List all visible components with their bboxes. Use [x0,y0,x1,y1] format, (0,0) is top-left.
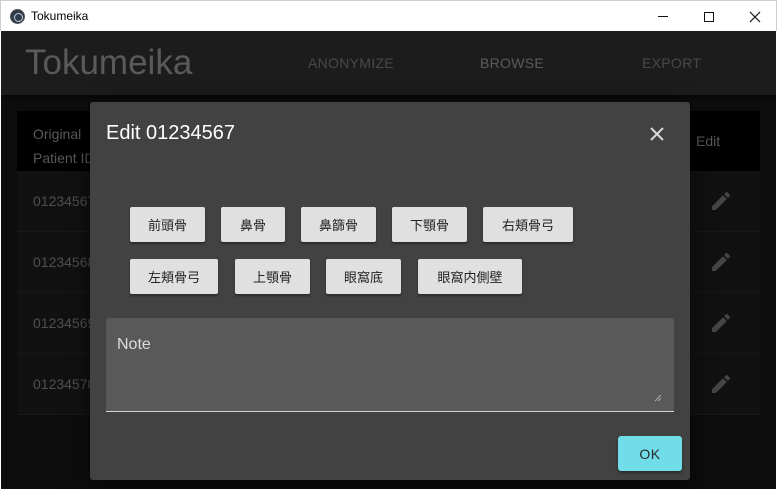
maximize-button[interactable] [686,1,732,32]
tag-chip[interactable]: 左頬骨弓 [130,259,218,294]
tag-chip[interactable]: 鼻篩骨 [301,207,376,242]
app-window: Tokumeika ANONYMIZE BROWSE EXPORT Origin… [1,31,776,489]
close-icon [650,127,664,141]
app-logo-icon [10,9,25,24]
window-close-button[interactable] [732,1,777,32]
dialog-title: Edit 01234567 [106,122,236,144]
tag-chip[interactable]: 下顎骨 [392,207,467,242]
tag-chip[interactable]: 鼻骨 [221,207,285,242]
tag-chip[interactable]: 眼窩底 [326,259,401,294]
maximize-icon [704,11,714,22]
tag-chip[interactable]: 上顎骨 [235,259,310,294]
note-field: Note [106,318,674,412]
note-label: Note [117,336,151,353]
window-title-bar: Tokumeika [0,0,777,31]
resize-grip-icon[interactable] [654,394,662,402]
tag-chip[interactable]: 前頭骨 [130,207,205,242]
edit-dialog: Edit 01234567 前頭骨 鼻骨 鼻篩骨 下顎骨 右頬骨弓 左頬骨弓 上… [90,102,690,480]
close-icon [749,11,761,22]
ok-button[interactable]: OK [618,436,682,471]
window-title: Tokumeika [31,9,89,23]
minimize-icon [658,16,668,17]
tag-chip[interactable]: 右頬骨弓 [483,207,573,242]
minimize-button[interactable] [640,1,686,32]
note-textarea[interactable] [117,362,663,402]
dialog-close-button[interactable] [645,122,669,146]
tag-chip[interactable]: 眼窩内側壁 [418,259,522,294]
